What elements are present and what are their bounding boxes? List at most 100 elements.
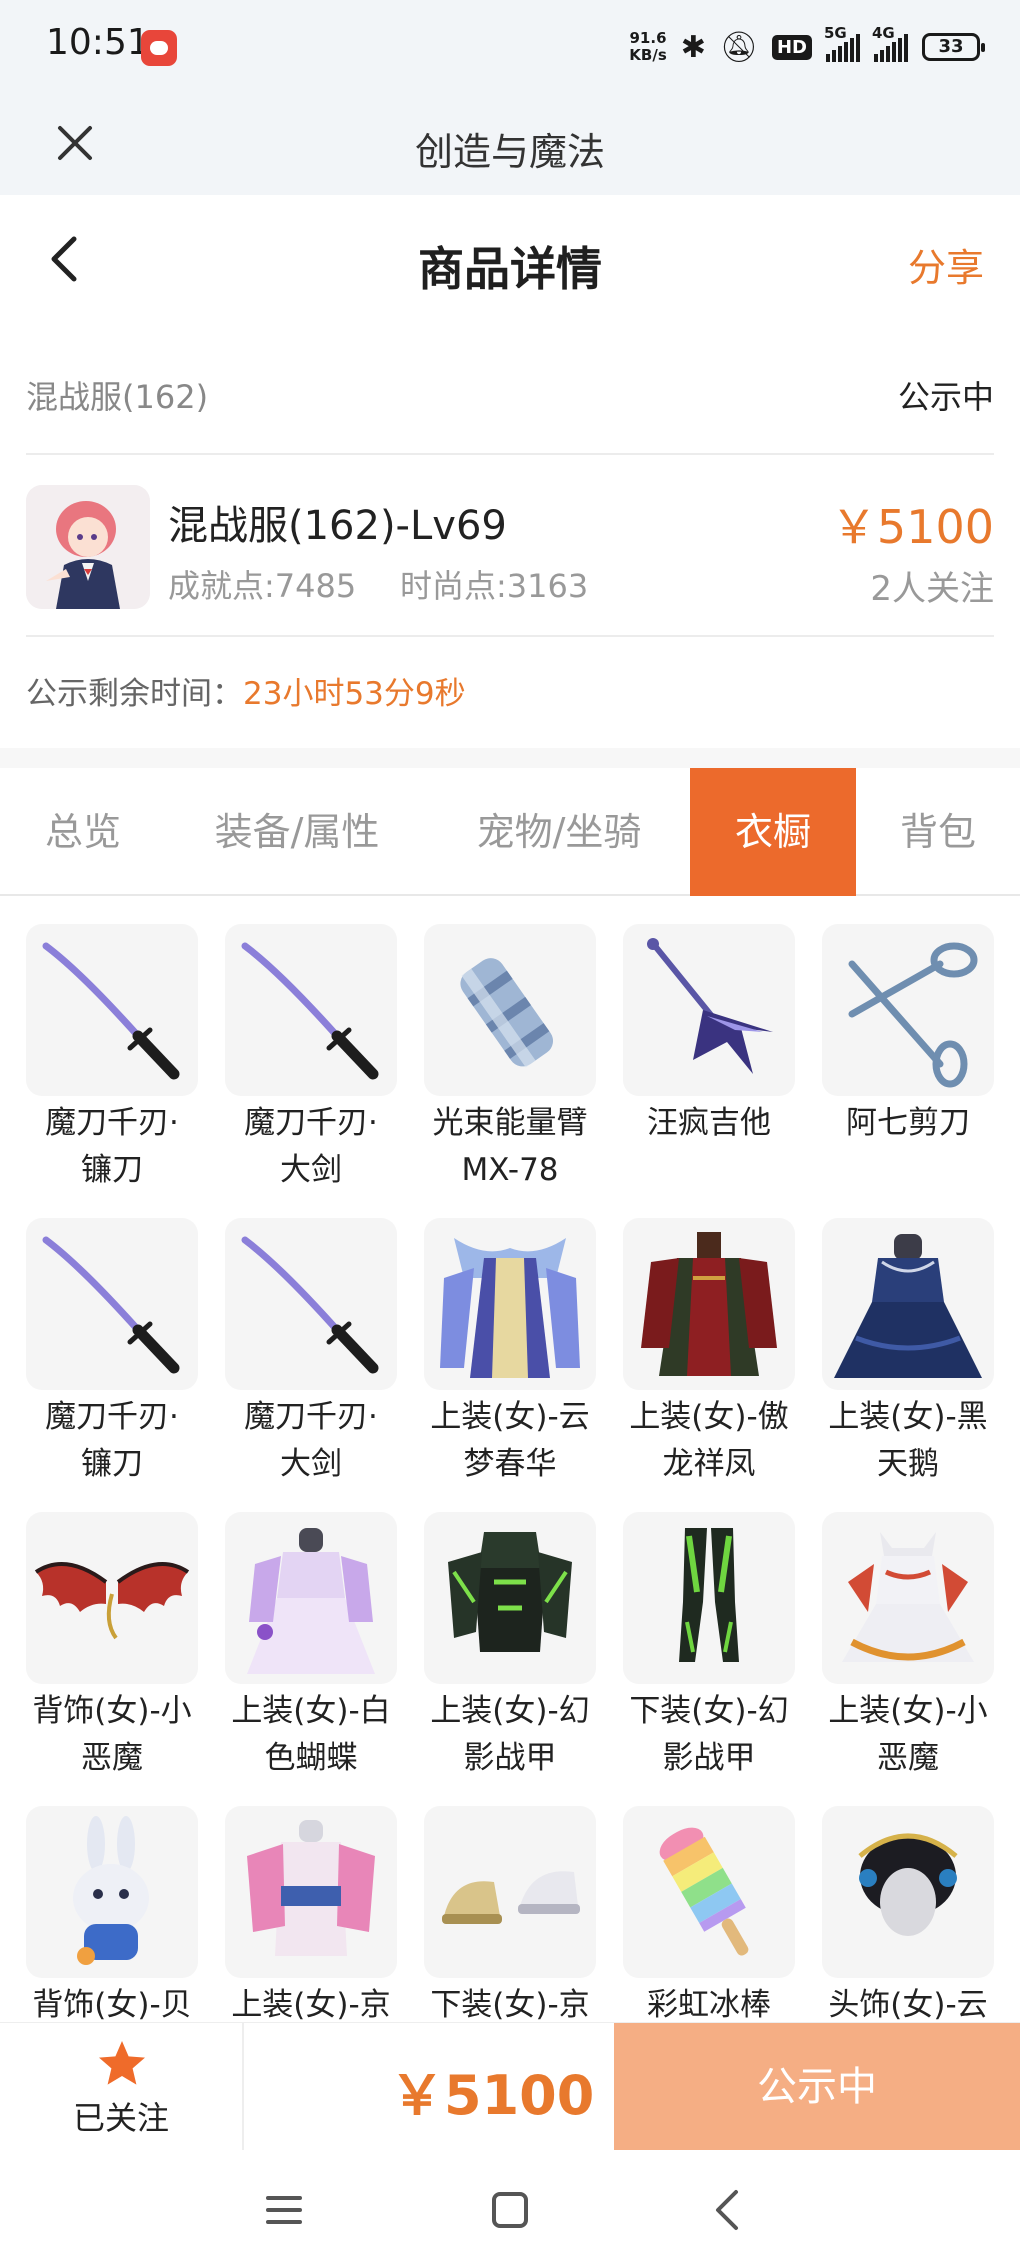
item-label-line1: 背饰(女)-贝 [32, 1987, 192, 2022]
wardrobe-grid: 魔刀千刃· 镰刀 魔刀千刃· 大剑 光束能量臂 MX-78 汪疯吉他 阿七剪刀 … [26, 924, 996, 2022]
item-label-line2: 影战甲 [662, 1740, 756, 1776]
bunny-backpack-icon [73, 1816, 149, 1965]
item-label-line1: 汪疯吉他 [647, 1105, 771, 1141]
wardrobe-item[interactable]: 光束能量臂 MX-78 [424, 924, 596, 1204]
wardrobe-item[interactable]: 魔刀千刃· 镰刀 [26, 1218, 198, 1498]
item-label-line2: 影战甲 [463, 1740, 557, 1776]
public-status-button[interactable]: 公示中 [614, 2023, 1020, 2151]
wardrobe-item[interactable]: 上装(女)-京 [225, 1806, 397, 2022]
status-indicators: 91.6 KB/s ✱ 🔕︎ HD 5G 4G 33 [629, 24, 985, 70]
share-button[interactable]: 分享 [908, 237, 984, 292]
item-label-line2: 大剑 [280, 1446, 342, 1482]
wardrobe-item[interactable]: 下装(女)-幻 影战甲 [623, 1512, 795, 1792]
item-label-line2: 梦春华 [463, 1446, 557, 1482]
signal-4g-icon: 4G [872, 24, 908, 62]
popsicle-icon [659, 1827, 749, 1956]
hd-voice-icon: HD [771, 34, 812, 60]
tab-equipment[interactable]: 装备/属性 [166, 768, 428, 896]
character-price: ￥5100 [830, 500, 994, 554]
kimono-icon [247, 1820, 375, 1956]
wardrobe-item[interactable]: 上装(女)-黑 天鹅 [822, 1218, 994, 1498]
wardrobe-item[interactable]: 上装(女)-云 梦春华 [424, 1218, 596, 1498]
system-nav-bar [0, 2150, 1020, 2267]
katana-icon [241, 1236, 379, 1374]
app-bar: 创造与魔法 [0, 95, 1020, 195]
dress-devil-icon [842, 1532, 974, 1662]
item-label-line1: 上装(女)-白 [231, 1693, 391, 1729]
wardrobe-item[interactable]: 上装(女)-白 色蝴蝶 [225, 1512, 397, 1792]
wardrobe-item[interactable]: 背饰(女)-贝 [26, 1806, 198, 2022]
countdown-label: 公示剩余时间： [26, 676, 243, 712]
section-divider [0, 748, 1020, 768]
tab-backpack[interactable]: 背包 [856, 768, 1020, 896]
item-label-line1: 下装(女)-幻 [629, 1693, 789, 1729]
item-label-line1: 上装(女)-小 [828, 1693, 988, 1729]
wardrobe-item[interactable]: 头饰(女)-云 [822, 1806, 994, 2022]
wardrobe-item[interactable]: 彩虹冰棒 [623, 1806, 795, 2022]
item-label-line2: 色蝴蝶 [264, 1740, 358, 1776]
item-label-line1: 上装(女)-黑 [828, 1399, 988, 1435]
katana-icon [42, 1236, 180, 1374]
wardrobe-item[interactable]: 魔刀千刃· 大剑 [225, 1218, 397, 1498]
status-bar: 10:51 91.6 KB/s ✱ 🔕︎ HD 5G 4G 33 [0, 0, 1020, 95]
status-time: 10:51 [46, 22, 150, 63]
server-name: 混战服(162) [26, 378, 209, 416]
server-row: 混战服(162) 公示中 [26, 330, 994, 455]
item-label-line1: 魔刀千刃· [244, 1105, 378, 1141]
bottom-action-bar: 已关注 ￥5100 公示中 [0, 2022, 1020, 2151]
app-title: 创造与魔法 [414, 130, 605, 174]
battery-icon: 33 [922, 33, 985, 61]
home-icon[interactable] [480, 2180, 540, 2240]
achievement-points: 成就点:7485 [168, 567, 357, 605]
character-name: 混战服(162)-Lv69 [168, 503, 507, 549]
item-label-line2: 天鹅 [877, 1446, 939, 1482]
wardrobe-item[interactable]: 魔刀千刃· 大剑 [225, 924, 397, 1204]
back-nav-icon[interactable] [698, 2180, 758, 2240]
tab-overview[interactable]: 总览 [0, 768, 166, 896]
wardrobe-item[interactable]: 汪疯吉他 [623, 924, 795, 1204]
item-label-line1: 上装(女)-云 [430, 1399, 590, 1435]
item-label-line2: 大剑 [280, 1152, 342, 1188]
item-label-line1: 上装(女)-幻 [430, 1693, 590, 1729]
armor-top-icon [448, 1532, 572, 1652]
devil-wings-icon [34, 1562, 190, 1640]
tab-wardrobe[interactable]: 衣橱 [690, 768, 856, 896]
item-label-line2: 恶魔 [877, 1740, 939, 1776]
wardrobe-item[interactable]: 上装(女)-傲 龙祥凤 [623, 1218, 795, 1498]
wardrobe-item[interactable]: 阿七剪刀 [822, 924, 994, 1204]
page-header: 商品详情 分享 [0, 195, 1020, 325]
tab-bar: 总览 装备/属性 宠物/坐骑 衣橱 背包 [0, 768, 1020, 896]
energy-arm-icon [460, 958, 554, 1068]
countdown-value: 23小时53分9秒 [243, 676, 466, 712]
menu-icon[interactable] [254, 2180, 314, 2240]
character-avatar [26, 485, 150, 609]
item-label-line1: 上装(女)-傲 [629, 1399, 789, 1435]
mute-icon: 🔕︎ [719, 29, 758, 65]
katana-icon [42, 942, 180, 1080]
network-speed: 91.6 KB/s [629, 29, 667, 64]
fashion-points: 时尚点:3163 [400, 567, 589, 605]
follow-label: 已关注 [72, 2099, 169, 2137]
katana-icon [241, 942, 379, 1080]
guitar-icon [647, 938, 773, 1074]
wardrobe-item[interactable]: 上装(女)-小 恶魔 [822, 1512, 994, 1792]
star-icon [99, 2041, 145, 2085]
bluetooth-icon: ✱ [680, 29, 706, 65]
item-label-line1: 魔刀千刃· [244, 1399, 378, 1435]
item-label-line1: 魔刀千刃· [45, 1399, 179, 1435]
item-label-line2: 恶魔 [81, 1740, 143, 1776]
wardrobe-item[interactable]: 魔刀千刃· 镰刀 [26, 924, 198, 1204]
wardrobe-item[interactable]: 下装(女)-京 [424, 1806, 596, 2022]
item-label-line1: 阿七剪刀 [846, 1105, 970, 1141]
item-label-line1: 头饰(女)-云 [828, 1987, 988, 2022]
dress-blue-icon [440, 1238, 580, 1378]
armor-legs-icon [679, 1528, 739, 1662]
tab-pets-mounts[interactable]: 宠物/坐骑 [428, 768, 690, 896]
follower-count: 2人关注 [870, 569, 994, 609]
wardrobe-item[interactable]: 背饰(女)-小 恶魔 [26, 1512, 198, 1792]
wardrobe-item[interactable]: 上装(女)-幻 影战甲 [424, 1512, 596, 1792]
item-label-line1: 上装(女)-京 [231, 1987, 391, 2022]
follow-button[interactable]: 已关注 [0, 2023, 244, 2151]
item-label-line1: 下装(女)-京 [430, 1987, 590, 2022]
character-summary[interactable]: 混战服(162)-Lv69 成就点:7485 时尚点:3163 ￥5100 2人… [26, 457, 994, 637]
